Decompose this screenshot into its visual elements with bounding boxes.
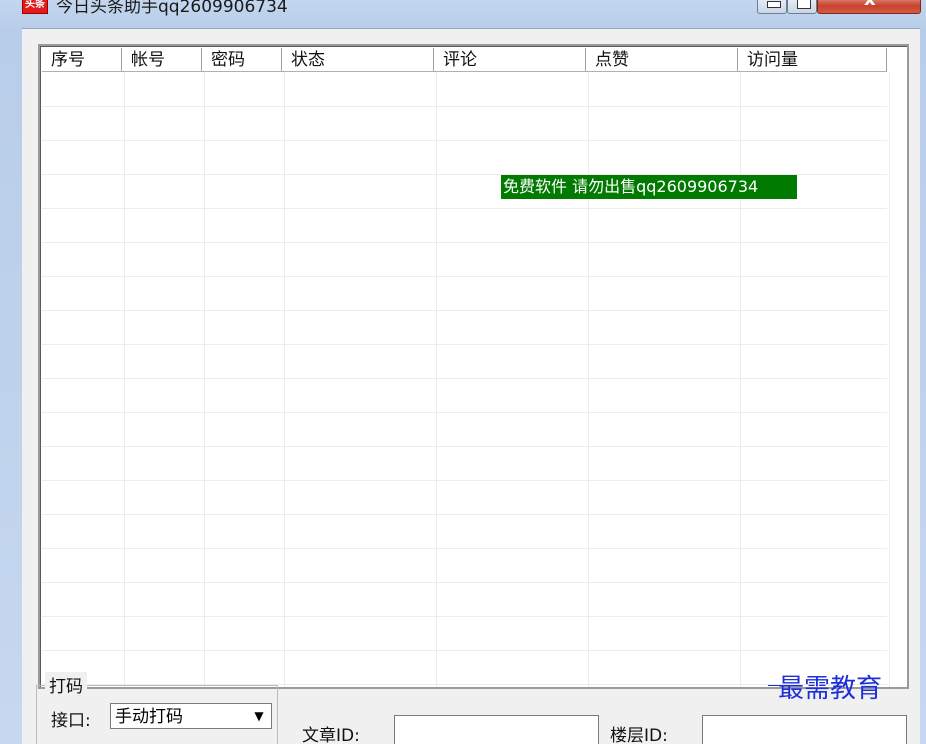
column-comment[interactable]: 评论: [434, 48, 586, 71]
column-password[interactable]: 密码: [202, 48, 282, 71]
column-status[interactable]: 状态: [282, 48, 434, 71]
floor-id-input[interactable]: [702, 715, 907, 744]
maximize-button[interactable]: [787, 0, 817, 14]
chevron-down-icon[interactable]: ▼: [249, 706, 269, 726]
app-icon: 头条: [22, 0, 48, 14]
account-list[interactable]: 序号 帐号 密码 状态 评论 点赞 访问量 免费软件 请勿出售qq2609906…: [38, 44, 909, 689]
free-software-notice: 免费软件 请勿出售qq2609906734: [501, 175, 797, 199]
article-id-input[interactable]: [394, 715, 599, 744]
interface-select[interactable]: 手动打码 ▼: [110, 703, 272, 729]
app-window: 头条 今日头条助手qq2609906734 序号 帐号 密码 状态 评论 点赞 …: [0, 0, 926, 744]
article-id-label: 文章ID:: [302, 726, 360, 744]
column-account[interactable]: 帐号: [122, 48, 202, 71]
watermark: 最需教育: [767, 668, 882, 705]
captcha-group-title: 打码: [45, 672, 87, 697]
list-header: 序号 帐号 密码 状态 评论 点赞 访问量: [42, 48, 887, 72]
column-like[interactable]: 点赞: [586, 48, 738, 71]
column-index[interactable]: 序号: [42, 48, 122, 71]
client-area: 序号 帐号 密码 状态 评论 点赞 访问量 免费软件 请勿出售qq2609906…: [22, 28, 920, 744]
title-bar: 头条 今日头条助手qq2609906734: [0, 0, 926, 17]
minimize-button[interactable]: [757, 0, 787, 14]
floor-id-label: 楼层ID:: [610, 726, 668, 744]
close-button[interactable]: [817, 0, 921, 14]
window-title: 今日头条助手qq2609906734: [56, 0, 288, 17]
interface-label: 接口:: [51, 711, 91, 731]
interface-select-value: 手动打码: [115, 707, 183, 727]
column-visits[interactable]: 访问量: [738, 48, 887, 71]
